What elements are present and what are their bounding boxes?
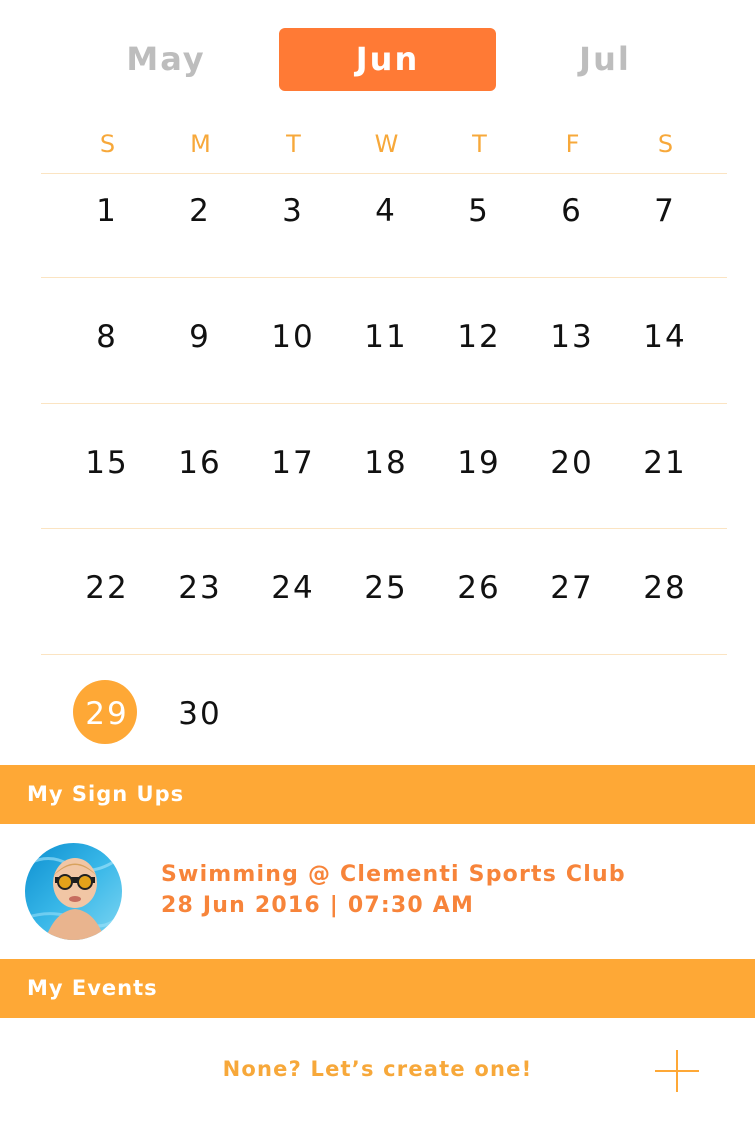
weekday-label: S [99, 130, 116, 158]
weekday-header: SMTWTFS [61, 130, 727, 170]
calendar-day[interactable]: 17 [258, 433, 328, 493]
calendar-day[interactable]: 21 [630, 433, 700, 493]
calendar-day[interactable]: 27 [537, 558, 607, 618]
week-divider [41, 654, 727, 655]
my-signups-header: My Sign Ups [0, 765, 755, 824]
calendar-day[interactable]: 12 [444, 307, 514, 367]
calendar-day[interactable]: 24 [258, 558, 328, 618]
calendar-day[interactable]: 18 [351, 433, 421, 493]
prev-month-button[interactable]: May [56, 28, 276, 91]
signup-event-title[interactable]: Swimming @ Clementi Sports Club [161, 862, 626, 887]
calendar-day[interactable]: 19 [444, 433, 514, 493]
weekday-label: W [374, 130, 399, 158]
week-divider [41, 173, 727, 174]
weekday-label: T [286, 130, 301, 158]
weekday-label: S [657, 130, 674, 158]
calendar-day[interactable]: 3 [258, 181, 328, 241]
calendar-day[interactable]: 23 [165, 558, 235, 618]
calendar-day[interactable]: 22 [72, 558, 142, 618]
calendar-day[interactable]: 16 [165, 433, 235, 493]
calendar-day[interactable]: 6 [537, 181, 607, 241]
week-divider [41, 403, 727, 404]
month-selector: May Jun Jul [0, 28, 755, 91]
calendar-day[interactable]: 9 [165, 307, 235, 367]
weekday-label: F [565, 130, 580, 158]
my-signups-label: My Sign Ups [27, 782, 185, 806]
calendar-day[interactable]: 10 [258, 307, 328, 367]
create-event-prompt[interactable]: None? Let’s create one! [0, 1057, 755, 1081]
calendar-day[interactable]: 25 [351, 558, 421, 618]
next-month-button[interactable]: Jul [495, 28, 715, 91]
calendar-day[interactable]: 30 [165, 684, 235, 744]
calendar-day[interactable]: 7 [630, 181, 700, 241]
weekday-label: M [190, 130, 211, 158]
calendar-day[interactable]: 5 [444, 181, 514, 241]
calendar-day[interactable]: 2 [165, 181, 235, 241]
week-divider [41, 528, 727, 529]
weekday-label: T [472, 130, 487, 158]
calendar-day[interactable]: 20 [537, 433, 607, 493]
calendar-day[interactable]: 4 [351, 181, 421, 241]
my-events-header: My Events [0, 959, 755, 1018]
calendar-day[interactable]: 8 [72, 307, 142, 367]
calendar-day[interactable]: 26 [444, 558, 514, 618]
week-divider [41, 277, 727, 278]
swimmer-avatar[interactable] [25, 843, 122, 940]
calendar-day-today[interactable]: 29 [72, 684, 142, 744]
plus-icon[interactable] [655, 1050, 699, 1092]
calendar-day[interactable]: 11 [351, 307, 421, 367]
calendar-day[interactable]: 28 [630, 558, 700, 618]
signup-event-datetime: 28 Jun 2016 | 07:30 AM [161, 893, 475, 918]
calendar-day[interactable]: 15 [72, 433, 142, 493]
my-events-label: My Events [27, 976, 158, 1000]
calendar-day[interactable]: 14 [630, 307, 700, 367]
calendar-day[interactable]: 13 [537, 307, 607, 367]
calendar-day[interactable]: 1 [72, 181, 142, 241]
current-month-tab[interactable]: Jun [279, 28, 496, 91]
